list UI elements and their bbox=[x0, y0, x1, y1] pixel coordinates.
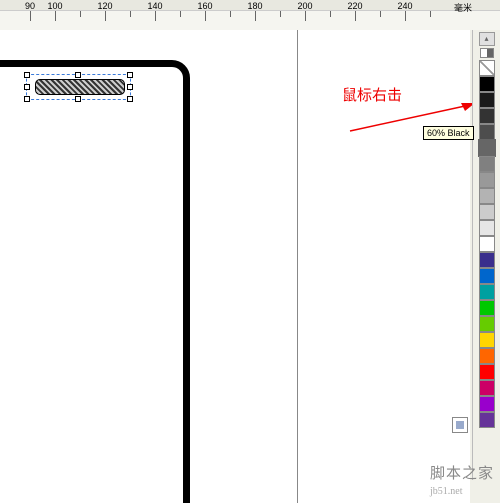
color-swatch-30-black[interactable] bbox=[479, 188, 495, 204]
color-swatch-black[interactable] bbox=[479, 76, 495, 92]
color-swatch-50-black[interactable] bbox=[479, 156, 495, 172]
ruler-label: 240 bbox=[397, 1, 412, 11]
phone-outline-shape[interactable] bbox=[0, 60, 190, 503]
ruler-tick bbox=[230, 11, 231, 17]
ruler-tick bbox=[380, 11, 381, 17]
color-swatch-white[interactable] bbox=[479, 236, 495, 252]
color-swatch-blue[interactable] bbox=[479, 268, 495, 284]
watermark: 脚本之家 jb51.net bbox=[430, 462, 494, 499]
color-swatch-orange[interactable] bbox=[479, 348, 495, 364]
ruler-label: 90 bbox=[25, 1, 35, 11]
ruler-label: 180 bbox=[247, 1, 262, 11]
ruler-tick bbox=[130, 11, 131, 17]
color-swatch-20-black[interactable] bbox=[479, 204, 495, 220]
color-swatch-green[interactable] bbox=[479, 300, 495, 316]
color-swatch-navy[interactable] bbox=[479, 252, 495, 268]
color-tooltip: 60% Black bbox=[423, 126, 474, 140]
selection-handle[interactable] bbox=[24, 84, 30, 90]
ruler-tick bbox=[355, 11, 356, 21]
selection-handle[interactable] bbox=[127, 84, 133, 90]
selection-handle[interactable] bbox=[127, 96, 133, 102]
color-swatch-teal[interactable] bbox=[479, 284, 495, 300]
ruler-tick bbox=[205, 11, 206, 21]
watermark-en: jb51.net bbox=[430, 486, 463, 497]
annotation-text: 鼠标右击 bbox=[342, 84, 402, 105]
palette-scroll-up[interactable]: ▴ bbox=[479, 32, 495, 46]
color-swatch-violet[interactable] bbox=[479, 412, 495, 428]
ruler-tick bbox=[280, 11, 281, 17]
color-swatch-yellow[interactable] bbox=[479, 332, 495, 348]
ruler-tick bbox=[180, 11, 181, 17]
color-swatch-red[interactable] bbox=[479, 364, 495, 380]
color-swatch-10-black[interactable] bbox=[479, 220, 495, 236]
color-swatch-90-black[interactable] bbox=[479, 92, 495, 108]
selection-handle[interactable] bbox=[127, 72, 133, 78]
palette-toggle-icon[interactable] bbox=[480, 48, 494, 58]
fill-indicator[interactable] bbox=[452, 417, 468, 433]
selection-box bbox=[26, 74, 131, 100]
fill-indicator-swatch bbox=[456, 421, 464, 429]
ruler-tick bbox=[105, 11, 106, 21]
vertical-guide[interactable] bbox=[297, 30, 298, 503]
selection-handle[interactable] bbox=[75, 96, 81, 102]
ruler-label: 160 bbox=[197, 1, 212, 11]
selection-handle[interactable] bbox=[75, 72, 81, 78]
ruler-tick bbox=[430, 11, 431, 17]
color-palette-docker: ▴ bbox=[472, 30, 500, 480]
ruler-label: 120 bbox=[97, 1, 112, 11]
watermark-cn: 脚本之家 bbox=[430, 466, 494, 482]
selection-handle[interactable] bbox=[24, 96, 30, 102]
ruler-tick bbox=[305, 11, 306, 21]
ruler-tick bbox=[80, 11, 81, 17]
color-swatch-80-black[interactable] bbox=[479, 108, 495, 124]
ruler-unit-label: 毫米 bbox=[454, 1, 472, 14]
ruler-tick bbox=[330, 11, 331, 17]
selection-handle[interactable] bbox=[24, 72, 30, 78]
color-swatch-pink[interactable] bbox=[479, 380, 495, 396]
color-swatch-lime[interactable] bbox=[479, 316, 495, 332]
color-swatch-40-black[interactable] bbox=[479, 172, 495, 188]
ruler-label: 220 bbox=[347, 1, 362, 11]
ruler-tick bbox=[255, 11, 256, 21]
ruler-label: 140 bbox=[147, 1, 162, 11]
color-swatch-purple[interactable] bbox=[479, 396, 495, 412]
color-swatch-60-black[interactable] bbox=[479, 140, 495, 156]
ruler-horizontal[interactable]: 90 100 120 140 160 180 200 220 240 毫米 bbox=[0, 0, 500, 30]
ruler-label: 200 bbox=[297, 1, 312, 11]
ruler-tick bbox=[55, 11, 56, 21]
ruler-tick bbox=[155, 11, 156, 21]
color-swatch-no-fill[interactable] bbox=[479, 60, 495, 76]
color-swatch-70-black[interactable] bbox=[479, 124, 495, 140]
ruler-tick bbox=[30, 11, 31, 21]
ruler-label: 100 bbox=[47, 1, 62, 11]
ruler-tick bbox=[405, 11, 406, 21]
